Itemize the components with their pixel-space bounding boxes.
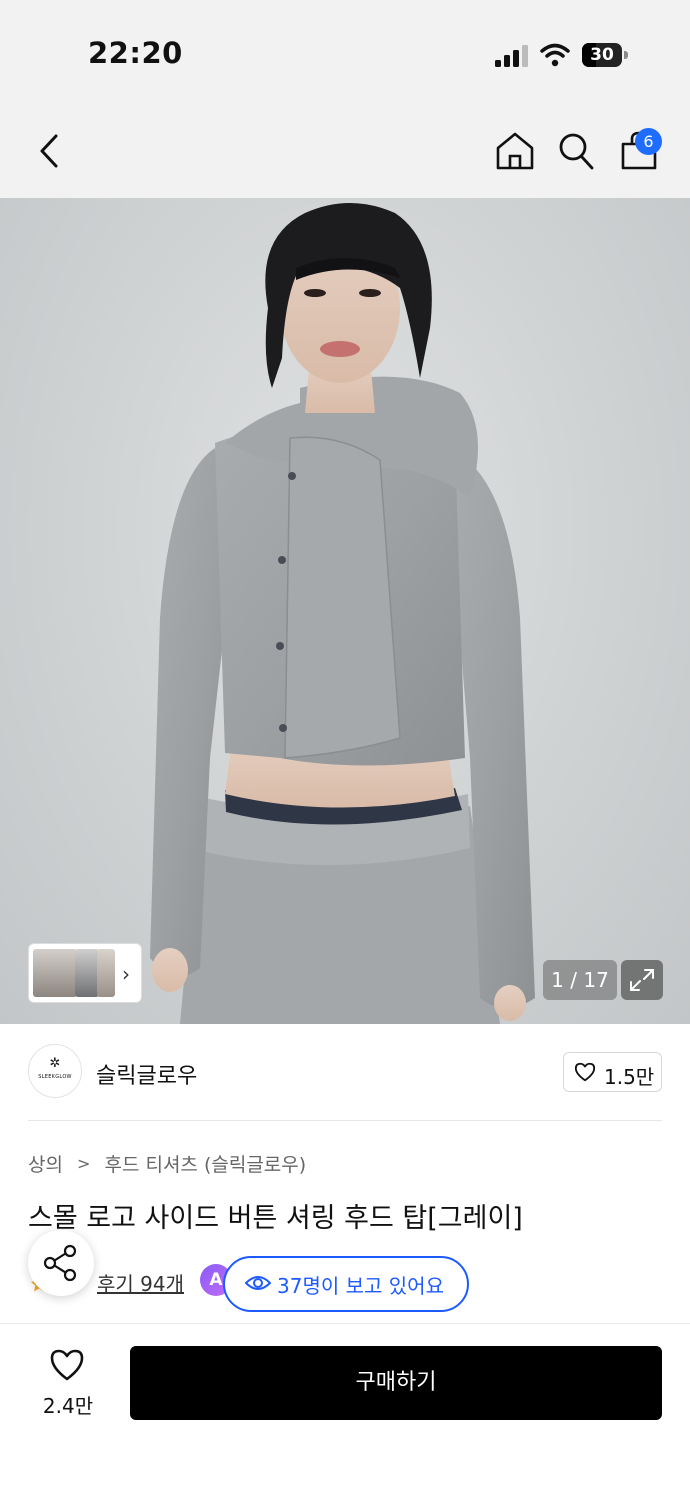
product-title: 스몰 로고 사이드 버튼 셔링 후드 탑[그레이] bbox=[28, 1203, 523, 1234]
home-icon[interactable] bbox=[494, 130, 536, 172]
share-icon bbox=[43, 1244, 77, 1282]
review-count-link[interactable]: 후기 94개 bbox=[97, 1268, 184, 1297]
thumbnail-strip[interactable]: › bbox=[28, 943, 142, 1003]
breadcrumb-separator-icon: > bbox=[77, 1154, 91, 1173]
cart-count-badge: 6 bbox=[635, 128, 662, 155]
back-arrow-icon[interactable] bbox=[34, 132, 64, 170]
breadcrumb-category[interactable]: 상의 bbox=[28, 1154, 63, 1176]
thumbnail-image[interactable] bbox=[75, 949, 99, 997]
model-photo bbox=[150, 203, 535, 1024]
wifi-icon bbox=[540, 43, 570, 67]
heart-icon bbox=[574, 1062, 596, 1082]
cellular-signal-icon bbox=[495, 45, 528, 67]
top-navigation: 6 bbox=[0, 100, 690, 198]
brand-logo-text: SLEEKGLOW bbox=[38, 1074, 72, 1080]
share-button[interactable] bbox=[28, 1230, 94, 1296]
product-image[interactable] bbox=[0, 198, 690, 1024]
thumbnail-image[interactable] bbox=[33, 949, 77, 997]
image-counter: 1 / 17 bbox=[543, 960, 617, 1000]
breadcrumb-subcategory[interactable]: 후드 티셔츠 (슬릭글로우) bbox=[104, 1154, 306, 1176]
heart-icon bbox=[50, 1349, 84, 1381]
search-icon[interactable] bbox=[556, 130, 596, 172]
thumbnail-image[interactable] bbox=[97, 949, 115, 997]
bottom-bar-divider bbox=[0, 1323, 690, 1324]
brand-logo[interactable]: ✲ SLEEKGLOW bbox=[28, 1044, 82, 1098]
viewers-text: 37명이 보고 있어요 bbox=[277, 1274, 444, 1298]
breadcrumb: 상의 > 후드 티셔츠 (슬릭글로우) bbox=[28, 1150, 306, 1177]
battery-icon: 30 bbox=[582, 43, 628, 67]
brand-logo-mark-icon: ✲ bbox=[49, 1056, 61, 1071]
chevron-right-icon[interactable]: › bbox=[122, 962, 130, 986]
brand-like-count: 1.5만 bbox=[604, 1065, 655, 1089]
wishlist-button[interactable]: 2.4만 bbox=[28, 1346, 108, 1422]
status-time: 22:20 bbox=[88, 36, 183, 70]
status-bar: 22:20 30 bbox=[0, 0, 690, 100]
expand-icon[interactable] bbox=[621, 960, 663, 1000]
brand-row[interactable]: ✲ SLEEKGLOW 슬릭글로우 1.5만 bbox=[0, 1024, 690, 1120]
divider bbox=[28, 1120, 662, 1121]
eye-icon bbox=[245, 1276, 271, 1290]
brand-name[interactable]: 슬릭글로우 bbox=[96, 1058, 197, 1090]
wishlist-count: 2.4만 bbox=[42, 1394, 94, 1418]
viewers-badge: 37명이 보고 있어요 bbox=[223, 1256, 469, 1312]
battery-level: 30 bbox=[590, 45, 614, 65]
brand-like-button[interactable]: 1.5만 bbox=[563, 1052, 662, 1092]
buy-button[interactable]: 구매하기 bbox=[130, 1346, 662, 1420]
